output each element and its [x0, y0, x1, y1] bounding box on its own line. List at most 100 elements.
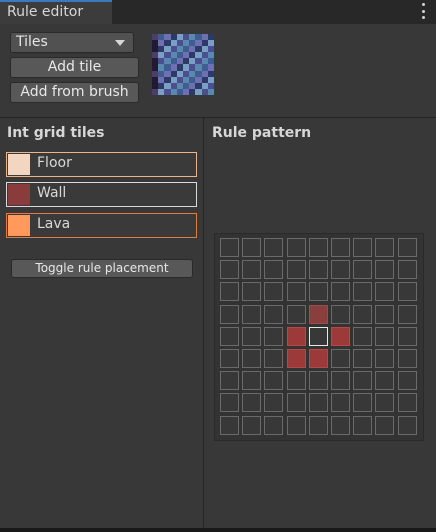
- rule-cell[interactable]: [220, 393, 239, 412]
- tile-preview-image: [152, 34, 214, 95]
- rule-cell[interactable]: [398, 393, 417, 412]
- rule-cell[interactable]: [220, 349, 239, 368]
- rule-cell[interactable]: [264, 305, 283, 324]
- rule-cell[interactable]: [309, 416, 328, 435]
- rule-cell[interactable]: [353, 416, 372, 435]
- rule-cell[interactable]: [398, 349, 417, 368]
- rule-cell[interactable]: [264, 282, 283, 301]
- rule-cell[interactable]: [242, 416, 261, 435]
- add-tile-button[interactable]: Add tile: [10, 57, 139, 78]
- rule-cell[interactable]: [375, 416, 394, 435]
- rule-cell[interactable]: [331, 349, 350, 368]
- rule-pattern-grid: [214, 233, 424, 441]
- toggle-rule-placement-button[interactable]: Toggle rule placement: [11, 259, 193, 278]
- rule-cell[interactable]: [264, 371, 283, 390]
- rule-cell[interactable]: [264, 393, 283, 412]
- rule-cell[interactable]: [220, 371, 239, 390]
- rule-cell[interactable]: [331, 282, 350, 301]
- rule-cell[interactable]: [353, 371, 372, 390]
- rule-cell[interactable]: [242, 260, 261, 279]
- rule-cell[interactable]: [242, 349, 261, 368]
- rule-cell[interactable]: [242, 305, 261, 324]
- vertical-divider: [203, 118, 204, 532]
- rule-cell[interactable]: [398, 371, 417, 390]
- rule-cell[interactable]: [287, 349, 306, 368]
- rule-cell[interactable]: [398, 260, 417, 279]
- rule-cell[interactable]: [331, 238, 350, 257]
- rule-cell[interactable]: [309, 327, 328, 346]
- rule-cell[interactable]: [353, 305, 372, 324]
- rule-cell[interactable]: [287, 305, 306, 324]
- rule-cell[interactable]: [287, 238, 306, 257]
- rule-cell[interactable]: [331, 305, 350, 324]
- rule-cell[interactable]: [331, 371, 350, 390]
- rule-cell[interactable]: [398, 416, 417, 435]
- rule-cell[interactable]: [264, 260, 283, 279]
- rule-cell[interactable]: [264, 238, 283, 257]
- rule-cell[interactable]: [353, 282, 372, 301]
- rule-cell[interactable]: [287, 371, 306, 390]
- rule-cell[interactable]: [220, 327, 239, 346]
- rule-cell[interactable]: [353, 238, 372, 257]
- rule-cell[interactable]: [375, 238, 394, 257]
- rule-cell[interactable]: [287, 327, 306, 346]
- rule-cell[interactable]: [309, 371, 328, 390]
- tile-color-swatch: [8, 184, 30, 205]
- rule-cell[interactable]: [375, 393, 394, 412]
- tab-rule-editor[interactable]: Rule editor: [0, 0, 112, 24]
- rule-cell[interactable]: [264, 416, 283, 435]
- rule-cell[interactable]: [398, 282, 417, 301]
- rule-cell[interactable]: [331, 416, 350, 435]
- rule-cell[interactable]: [375, 305, 394, 324]
- rule-cell[interactable]: [331, 260, 350, 279]
- rule-cell[interactable]: [287, 260, 306, 279]
- add-from-brush-button[interactable]: Add from brush: [10, 82, 139, 103]
- rule-cell[interactable]: [242, 371, 261, 390]
- rule-cell[interactable]: [309, 349, 328, 368]
- rule-cell[interactable]: [220, 260, 239, 279]
- rule-cell[interactable]: [242, 327, 261, 346]
- rule-cell[interactable]: [331, 393, 350, 412]
- rule-cell[interactable]: [375, 371, 394, 390]
- rule-cell[interactable]: [242, 393, 261, 412]
- rule-cell[interactable]: [220, 282, 239, 301]
- rule-cell[interactable]: [242, 238, 261, 257]
- rule-cell[interactable]: [220, 238, 239, 257]
- rule-cell[interactable]: [353, 349, 372, 368]
- tiles-dropdown[interactable]: Tiles: [10, 32, 134, 53]
- rule-cell[interactable]: [309, 305, 328, 324]
- rule-cell[interactable]: [287, 393, 306, 412]
- rule-cell[interactable]: [309, 393, 328, 412]
- rule-cell[interactable]: [353, 327, 372, 346]
- chevron-down-icon: [115, 40, 125, 46]
- rule-cell[interactable]: [220, 416, 239, 435]
- rule-cell[interactable]: [309, 282, 328, 301]
- rule-cell[interactable]: [398, 305, 417, 324]
- tile-item-lava[interactable]: Lava: [6, 213, 197, 238]
- rule-cell[interactable]: [220, 305, 239, 324]
- tile-item-floor[interactable]: Floor: [6, 152, 197, 177]
- tile-label: Wall: [37, 185, 67, 201]
- rule-cell[interactable]: [398, 327, 417, 346]
- rule-cell[interactable]: [398, 238, 417, 257]
- rule-cell[interactable]: [375, 349, 394, 368]
- rule-cell[interactable]: [353, 260, 372, 279]
- tile-item-wall[interactable]: Wall: [6, 182, 197, 207]
- rule-cell[interactable]: [375, 260, 394, 279]
- rule-cell[interactable]: [353, 393, 372, 412]
- bottom-edge: [0, 528, 436, 532]
- rule-pattern-title: Rule pattern: [212, 125, 312, 141]
- rule-cell[interactable]: [264, 349, 283, 368]
- rule-cell[interactable]: [375, 327, 394, 346]
- rule-cell[interactable]: [309, 238, 328, 257]
- kebab-menu-icon[interactable]: [420, 3, 426, 19]
- rule-cell[interactable]: [287, 416, 306, 435]
- rule-cell[interactable]: [309, 260, 328, 279]
- rule-cell[interactable]: [242, 282, 261, 301]
- rule-cell[interactable]: [375, 282, 394, 301]
- tile-label: Lava: [37, 216, 71, 232]
- rule-cell[interactable]: [264, 327, 283, 346]
- rule-cell[interactable]: [287, 282, 306, 301]
- rule-cell[interactable]: [331, 327, 350, 346]
- int-grid-tiles-title: Int grid tiles: [7, 125, 105, 141]
